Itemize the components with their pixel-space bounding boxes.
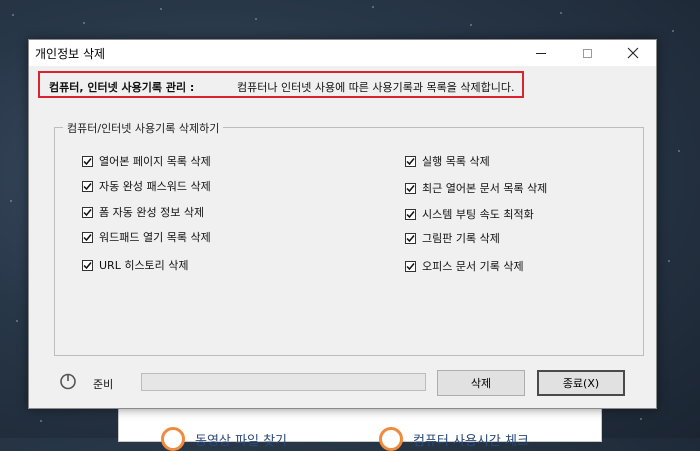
checkmark-icon (83, 157, 92, 165)
option-label: 열어본 페이지 목록 삭제 (99, 155, 211, 168)
checkbox[interactable] (405, 155, 416, 167)
desktop-speckle (672, 30, 674, 32)
exit-button[interactable]: 종료(X) (537, 370, 625, 396)
close-button[interactable] (610, 40, 656, 66)
option-paint-history[interactable]: 그림판 기록 삭제 (405, 230, 500, 246)
banner-title: 컴퓨터, 인터넷 사용기록 관리 : (49, 81, 195, 94)
desktop-speckle (40, 420, 42, 422)
progress-bar (141, 373, 426, 391)
minimize-button[interactable] (518, 40, 564, 66)
status-label: 준비 (93, 378, 114, 391)
title-bar[interactable]: 개인정보 삭제 (29, 40, 656, 66)
option-label: URL 히스토리 삭제 (99, 259, 189, 272)
desktop-speckle (10, 200, 12, 202)
checkmark-icon (83, 182, 92, 190)
window-title: 개인정보 삭제 (35, 47, 106, 61)
desktop-speckle (12, 14, 14, 16)
option-label: 오피스 문서 기록 삭제 (422, 260, 524, 273)
desktop-speckle (255, 18, 257, 20)
bg-item-usage-time[interactable]: 컴퓨터 사용시간 체크 (379, 427, 529, 451)
clock-icon (161, 427, 185, 451)
option-office-history[interactable]: 오피스 문서 기록 삭제 (405, 258, 524, 274)
maximize-icon (582, 48, 592, 58)
maximize-button (564, 40, 610, 66)
checkmark-icon (406, 234, 415, 242)
option-wordpad-recent[interactable]: 워드패드 열기 목록 삭제 (82, 229, 211, 245)
option-label: 실행 목록 삭제 (422, 155, 490, 168)
option-form-autocomplete[interactable]: 폼 자동 완성 정보 삭제 (82, 204, 204, 220)
checkbox[interactable] (82, 180, 93, 192)
clock-icon (379, 427, 403, 451)
bg-item-video-search[interactable]: 동영상 파일 찾기 (161, 427, 287, 451)
option-visited-pages[interactable]: 열어본 페이지 목록 삭제 (82, 153, 211, 169)
desktop-speckle (678, 150, 680, 152)
option-recent-documents[interactable]: 최근 열어본 문서 목록 삭제 (405, 180, 547, 196)
privacy-delete-dialog: 개인정보 삭제 컴퓨터, 인터넷 사용기록 관리 : 컴퓨터나 인터넷 사용에 … (28, 39, 657, 409)
checkmark-icon (406, 210, 415, 218)
option-url-history[interactable]: URL 히스토리 삭제 (82, 257, 189, 273)
desktop-speckle (470, 24, 472, 26)
checkbox[interactable] (405, 232, 416, 244)
power-icon (60, 373, 76, 390)
checkmark-icon (83, 261, 92, 269)
option-label: 워드패드 열기 목록 삭제 (99, 231, 211, 244)
delete-options-group: 컴퓨터/인터넷 사용기록 삭제하기 열어본 페이지 목록 삭제 자동 완성 패스… (54, 120, 644, 356)
delete-button[interactable]: 삭제 (437, 370, 525, 396)
checkbox[interactable] (82, 155, 93, 167)
desktop-speckle (16, 320, 18, 322)
banner-description: 컴퓨터나 인터넷 사용에 따른 사용기록과 목록을 삭제합니다. (237, 81, 515, 94)
option-label: 그림판 기록 삭제 (422, 232, 500, 245)
checkbox[interactable] (82, 259, 93, 271)
close-icon (627, 47, 639, 59)
desktop-speckle (372, 6, 374, 8)
checkbox[interactable] (405, 208, 416, 220)
desktop-speckle (83, 22, 85, 24)
checkbox[interactable] (82, 206, 93, 218)
checkmark-icon (406, 184, 415, 192)
checkmark-icon (83, 233, 92, 241)
bg-item-label: 동영상 파일 찾기 (195, 433, 287, 449)
option-boot-optimize[interactable]: 시스템 부팅 속도 최적화 (405, 206, 534, 222)
option-autocomplete-password[interactable]: 자동 완성 패스워드 삭제 (82, 178, 211, 194)
desktop-speckle (160, 8, 162, 10)
info-banner: 컴퓨터, 인터넷 사용기록 관리 : 컴퓨터나 인터넷 사용에 따른 사용기록과… (38, 71, 524, 98)
checkbox[interactable] (405, 260, 416, 272)
desktop-speckle (668, 260, 670, 262)
option-label: 자동 완성 패스워드 삭제 (99, 180, 211, 193)
checkmark-icon (406, 262, 415, 270)
checkbox[interactable] (82, 231, 93, 243)
option-label: 최근 열어본 문서 목록 삭제 (422, 182, 548, 195)
group-legend: 컴퓨터/인터넷 사용기록 삭제하기 (63, 120, 224, 136)
checkmark-icon (406, 157, 415, 165)
desktop-speckle (560, 12, 562, 14)
option-label: 시스템 부팅 속도 최적화 (422, 208, 534, 221)
option-run-history[interactable]: 실행 목록 삭제 (405, 153, 490, 169)
minimize-icon (536, 52, 546, 54)
option-label: 폼 자동 완성 정보 삭제 (99, 206, 205, 219)
checkmark-icon (83, 208, 92, 216)
bg-item-label: 컴퓨터 사용시간 체크 (413, 433, 529, 449)
checkbox[interactable] (405, 182, 416, 194)
desktop-speckle (640, 418, 642, 420)
